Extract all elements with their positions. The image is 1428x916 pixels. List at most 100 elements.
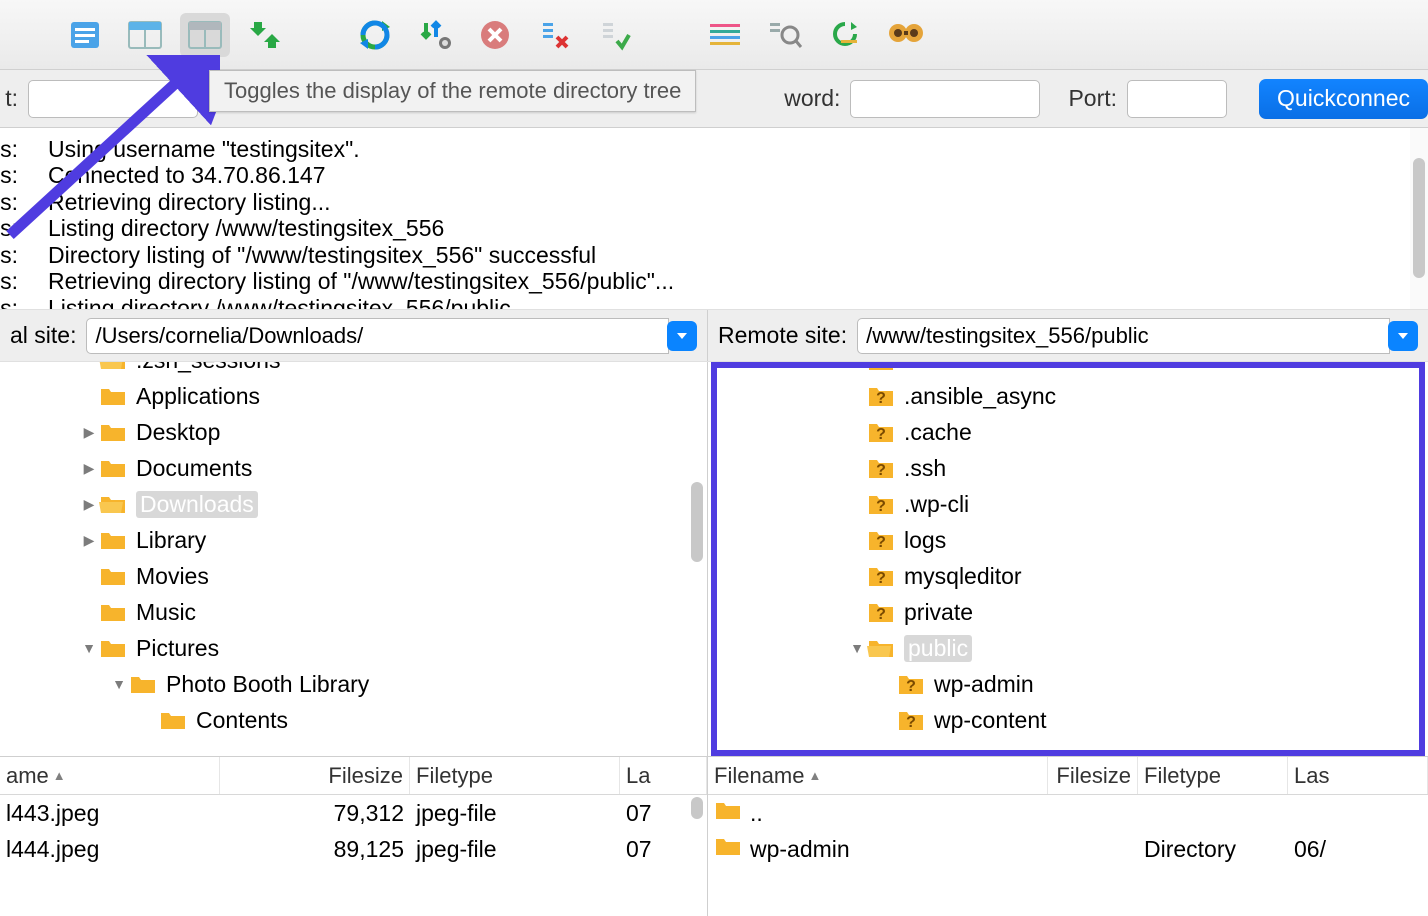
tree-node[interactable]: ▶ Documents [0,450,707,486]
process-queue-icon[interactable] [410,13,460,57]
tree-node[interactable]: ▶Downloads [0,486,707,522]
tree-node-label: Music [136,599,196,626]
toggle-local-tree-icon[interactable] [120,13,170,57]
scroll-thumb[interactable] [691,797,703,819]
local-path-dropdown[interactable] [667,321,697,351]
tree-node[interactable]: ?.wp-cli [708,486,1428,522]
local-list-header[interactable]: ame ▲ Filesize Filetype La [0,757,707,795]
tree-node-label: wp-admin [934,671,1034,698]
remote-path-dropdown[interactable] [1388,321,1418,351]
remote-tree[interactable]: ?.ansible? .ansible_async ?.cache?.ssh?.wp… [708,362,1428,756]
compare-icon[interactable] [700,13,750,57]
tree-node[interactable]: ?.ansible [708,362,1428,378]
scroll-thumb[interactable] [691,482,703,562]
port-input[interactable] [1127,80,1227,118]
svg-text:?: ? [906,678,916,695]
folder-icon [98,564,128,588]
remote-path-input[interactable] [857,318,1390,354]
tree-node[interactable]: Contents [0,702,707,738]
local-tree[interactable]: .zsh_sessions Applications ▶ Desktop ▶ Docume… [0,362,708,756]
folder-icon [98,362,128,372]
log-line: s:Using username "testingsitex". [0,136,1410,162]
remote-file-list[interactable]: Filename ▲ Filesize Filetype Las ..wp-ad… [708,757,1428,916]
tree-node-label: Contents [196,707,288,734]
remote-list-header[interactable]: Filename ▲ Filesize Filetype Las [708,757,1428,795]
tree-node[interactable]: Movies [0,558,707,594]
tree-node-label: .zsh_sessions [136,362,280,374]
transfer-queue-icon[interactable] [240,13,290,57]
tree-node[interactable]: ? .ansible_async [708,378,1428,414]
tree-node[interactable]: Applications [0,378,707,414]
local-list-scrollbar[interactable] [689,795,705,916]
svg-text:?: ? [876,390,886,407]
folder-icon: ? [866,528,896,552]
tree-node[interactable]: ?.ssh [708,450,1428,486]
refresh-icon[interactable] [350,13,400,57]
local-file-list[interactable]: ame ▲ Filesize Filetype La l443.jpeg79,3… [0,757,708,916]
list-row[interactable]: .. [708,795,1428,831]
log-line: s:Retrieving directory listing of "/www/… [0,268,1410,294]
password-input[interactable] [850,80,1040,118]
tree-node[interactable]: ?wp-content [708,702,1428,738]
tree-node-label: .ansible_async [904,383,1056,410]
tree-node-label: mysqleditor [904,563,1022,590]
local-path-input[interactable] [86,318,669,354]
tree-node-label: Applications [136,383,260,410]
list-row[interactable]: wp-adminDirectory06/ [708,831,1428,867]
tree-node-label: Documents [136,455,252,482]
log-panel: s:Using username "testingsitex".s:Connec… [0,128,1428,310]
tree-node-label: Pictures [136,635,219,662]
folder-icon [98,420,128,444]
tree-node[interactable]: ▶ Library [0,522,707,558]
sync-browse-icon[interactable] [820,13,870,57]
list-row[interactable]: l444.jpeg89,125jpeg-file07 [0,831,707,867]
tree-node[interactable]: Music [0,594,707,630]
disconnect-icon[interactable] [530,13,580,57]
list-row[interactable]: l443.jpeg79,312jpeg-file07 [0,795,707,831]
toolbar [0,0,1428,70]
tree-node-label: private [904,599,973,626]
tree-node[interactable]: ?.cache [708,414,1428,450]
disclosure-triangle-icon[interactable]: ▼ [848,640,866,656]
folder-icon: ? [896,672,926,696]
tree-node[interactable]: ? wp-admin [708,666,1428,702]
tree-node[interactable]: ?logs [708,522,1428,558]
tree-node[interactable]: .zsh_sessions [0,362,707,378]
tree-node[interactable]: ▼ Pictures [0,630,707,666]
local-site-bar: al site: [0,310,708,361]
tree-node[interactable]: ?mysqleditor [708,558,1428,594]
tree-node[interactable]: ▼Photo Booth Library [0,666,707,702]
sitemanager-icon[interactable] [60,13,110,57]
tree-node-label: Library [136,527,206,554]
find-icon[interactable] [880,13,930,57]
disclosure-triangle-icon[interactable]: ▶ [80,496,98,513]
folder-icon [98,528,128,552]
port-label: Port: [1068,85,1117,112]
disclosure-triangle-icon[interactable]: ▼ [80,640,98,656]
disclosure-triangle-icon[interactable]: ▼ [110,676,128,692]
disclosure-triangle-icon[interactable]: ▶ [80,532,98,549]
folder-icon [98,384,128,408]
local-tree-scrollbar[interactable] [689,362,705,756]
remote-site-bar: Remote site: [708,310,1428,361]
folder-icon [98,492,128,516]
disclosure-triangle-icon[interactable]: ▶ [80,424,98,441]
tree-node[interactable]: ▼public [708,630,1428,666]
quickconnect-button[interactable]: Quickconnec [1259,79,1428,119]
log-scrollbar[interactable] [1410,128,1428,309]
toggle-remote-tree-icon[interactable] [180,13,230,57]
folder-icon [866,636,896,660]
reconnect-icon[interactable] [590,13,640,57]
scroll-thumb[interactable] [1413,158,1425,278]
svg-text:?: ? [876,362,886,371]
sort-asc-icon: ▲ [53,768,66,783]
host-label: t: [0,85,18,112]
folder-icon [98,636,128,660]
tree-node[interactable]: ?private [708,594,1428,630]
tree-node[interactable]: ▶ Desktop [0,414,707,450]
search-icon[interactable] [760,13,810,57]
disclosure-triangle-icon[interactable]: ▶ [80,460,98,477]
host-input[interactable] [28,80,198,118]
cancel-icon[interactable] [470,13,520,57]
tree-node-label: Desktop [136,419,220,446]
